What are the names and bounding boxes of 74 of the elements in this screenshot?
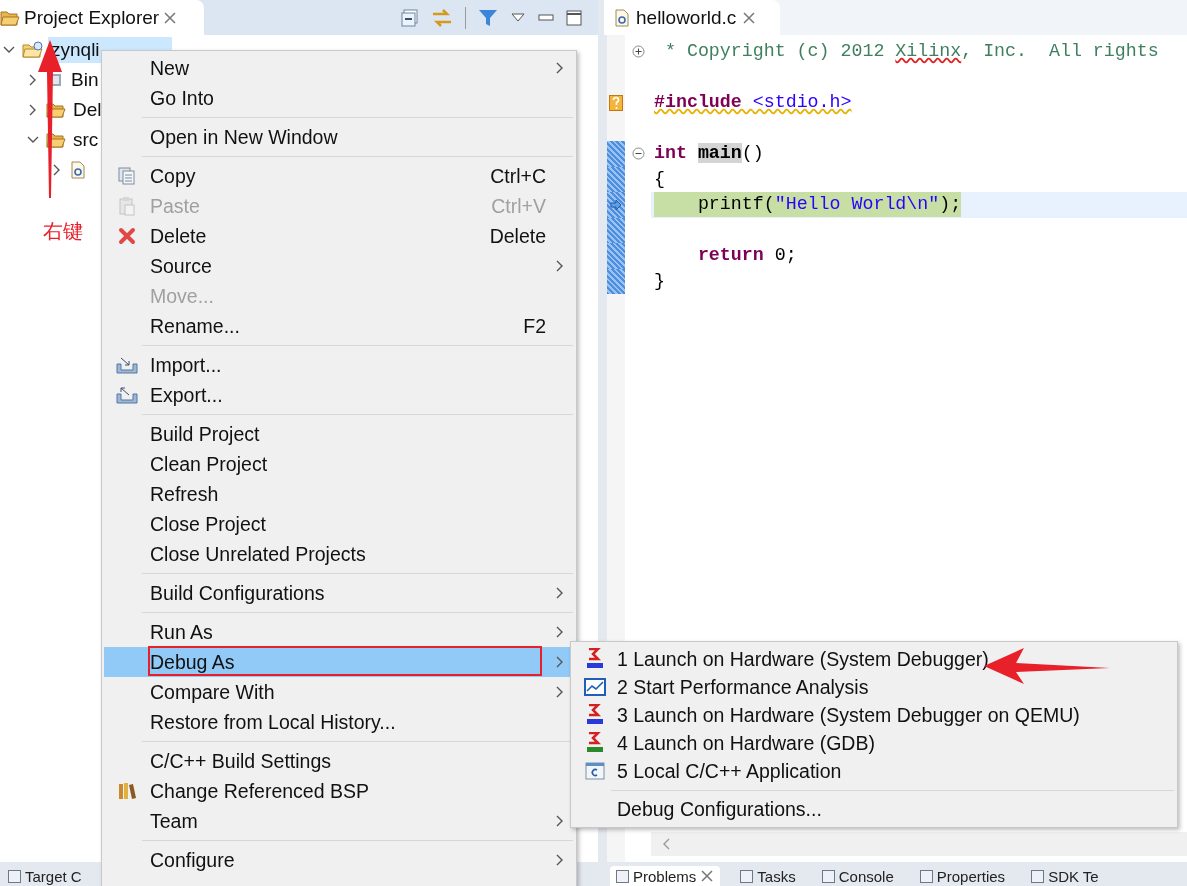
editor-tab[interactable]: helloworld.c xyxy=(604,0,780,35)
explorer-tab[interactable]: Project Explorer xyxy=(0,0,204,35)
folder-icon xyxy=(22,41,44,59)
code-line: #include <stdio.h> xyxy=(654,91,852,115)
menu-item[interactable]: Copy Ctrl+C xyxy=(104,161,574,191)
menu-item[interactable]: 4 Launch on Hardware (GDB) xyxy=(573,729,1175,757)
menu-item[interactable]: Change Referenced BSP xyxy=(104,776,574,806)
export-icon xyxy=(116,386,138,404)
view-tab[interactable]: Tasks xyxy=(734,866,802,886)
folder-icon xyxy=(0,9,20,26)
file-icon xyxy=(70,161,86,179)
code-line: int main() xyxy=(654,142,764,166)
annotation-label: 右键 xyxy=(43,218,83,245)
collapse-icon[interactable] xyxy=(631,147,645,161)
view-tab[interactable]: Target C xyxy=(2,866,88,886)
menu-item[interactable]: Close Project xyxy=(104,509,574,539)
filter-icon[interactable] xyxy=(478,7,498,28)
menu-item[interactable]: New xyxy=(104,53,574,83)
debugger-icon xyxy=(585,704,605,726)
menu-item[interactable]: Restore from Local History... xyxy=(104,707,574,737)
menu-item[interactable]: 2 Start Performance Analysis xyxy=(573,673,1175,701)
view-tab[interactable]: SDK Te xyxy=(1025,866,1105,886)
menu-item[interactable]: Go Into xyxy=(104,83,574,113)
menu-item[interactable]: Run As xyxy=(104,617,574,647)
horizontal-scrollbar[interactable] xyxy=(651,832,1187,856)
code-line: return 0; xyxy=(696,244,797,268)
code-line: } xyxy=(654,269,665,293)
debugger-icon xyxy=(585,732,605,754)
tab-label: helloworld.c xyxy=(636,6,737,29)
menu-item[interactable]: 1 Launch on Hardware (System Debugger) xyxy=(573,645,1175,673)
close-icon[interactable] xyxy=(700,869,715,883)
view-tab[interactable]: Problems xyxy=(610,866,721,886)
menu-item[interactable]: 3 Launch on Hardware (System Debugger on QEMU) xyxy=(573,701,1175,729)
collapse-all-icon[interactable] xyxy=(401,8,419,27)
menu-item[interactable]: Refresh xyxy=(104,479,574,509)
expand-icon[interactable] xyxy=(631,45,645,59)
view-menu-icon[interactable] xyxy=(510,11,526,24)
menu-item[interactable]: Rename... F2 xyxy=(104,311,574,341)
menu-item[interactable]: Source xyxy=(104,251,574,281)
window-icon xyxy=(585,761,605,781)
menu-item[interactable]: Export... xyxy=(104,380,574,410)
tree-item[interactable]: Bin xyxy=(68,67,102,93)
view-tab[interactable]: Properties xyxy=(913,866,1012,886)
menu-item[interactable]: Import... xyxy=(104,350,574,380)
close-icon[interactable] xyxy=(742,10,757,25)
menu-item[interactable]: Close Unrelated Projects xyxy=(104,539,574,569)
code-line: { xyxy=(654,167,665,191)
menu-item[interactable]: Compare With xyxy=(104,677,574,707)
chart-icon xyxy=(584,678,606,696)
file-icon xyxy=(614,8,630,27)
tab-label: Project Explorer xyxy=(24,6,160,29)
minimize-icon[interactable] xyxy=(538,11,554,24)
menu-item[interactable]: 5 Local C/C++ Application xyxy=(573,757,1175,785)
close-icon[interactable] xyxy=(163,10,178,25)
tree-item[interactable]: src xyxy=(70,127,102,153)
menu-item[interactable]: C/C++ Build Settings xyxy=(104,746,574,776)
import-icon xyxy=(116,356,138,374)
menu-item[interactable]: Team xyxy=(104,806,574,836)
menu-item[interactable]: Configure xyxy=(104,845,574,875)
maximize-icon[interactable] xyxy=(566,9,582,26)
copy-icon xyxy=(117,166,137,186)
debugger-icon xyxy=(585,648,605,670)
menu-item[interactable]: Build Configurations xyxy=(104,578,574,608)
menu-item[interactable]: Build Project xyxy=(104,419,574,449)
menu-item[interactable]: Open in New Window xyxy=(104,122,574,152)
paste-icon xyxy=(117,196,137,216)
instruction-pointer-icon xyxy=(610,198,622,211)
menu-item[interactable]: Debug Configurations... xyxy=(573,795,1175,823)
view-tab[interactable]: Console xyxy=(815,866,900,886)
menu-item[interactable]: Delete Delete xyxy=(104,221,574,251)
delete-icon xyxy=(117,226,137,246)
books-icon xyxy=(117,781,137,801)
code-line: * Copyright (c) 2012 Xilinx, Inc. All rights xyxy=(663,40,1159,64)
menu-item[interactable]: Clean Project xyxy=(104,449,574,479)
